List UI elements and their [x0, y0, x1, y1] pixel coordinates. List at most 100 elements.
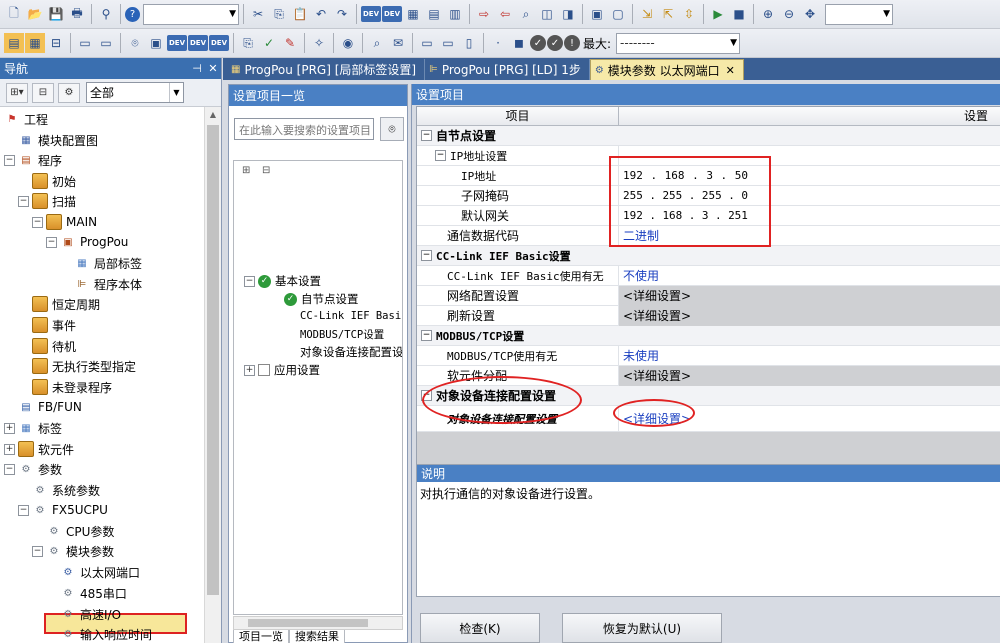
- scroll-up-icon[interactable]: ▲: [205, 107, 221, 123]
- restore-default-button[interactable]: 恢复为默认(U): [562, 613, 722, 643]
- paste-icon[interactable]: 📋: [290, 4, 310, 24]
- reference-icon[interactable]: ✧: [309, 33, 329, 53]
- zoom-out-icon[interactable]: ⊖: [779, 4, 799, 24]
- collapse-icon[interactable]: −: [435, 150, 446, 161]
- close-tab-icon[interactable]: ✕: [726, 64, 735, 77]
- tab-item-list[interactable]: 项目一览: [233, 630, 289, 643]
- help-icon[interactable]: ?: [125, 6, 140, 22]
- refresh-detail[interactable]: <详细设置>: [619, 305, 1000, 326]
- gear-icon[interactable]: ⚙: [58, 82, 80, 103]
- section-modbus[interactable]: − MODBUS/TCP设置: [417, 326, 1000, 346]
- write-to-plc-icon[interactable]: ⇨: [474, 4, 494, 24]
- window-split-icon[interactable]: ▭: [96, 33, 116, 53]
- redo-icon[interactable]: ↷: [332, 4, 352, 24]
- simulation-stop-icon[interactable]: ■: [729, 4, 749, 24]
- collapse-icon[interactable]: −: [32, 216, 43, 228]
- ok-circle-icon[interactable]: ✓: [530, 35, 546, 51]
- tree-item-local-label[interactable]: ▦ 局部标签: [74, 253, 142, 273]
- expand-all-icon[interactable]: ⊞: [242, 165, 258, 179]
- target-device-detail[interactable]: <详细设置>: [619, 406, 1000, 432]
- open-folder-icon[interactable]: 📂: [25, 4, 45, 24]
- collapse-icon[interactable]: −: [244, 275, 255, 287]
- collapse-icon[interactable]: −: [421, 130, 432, 141]
- verify-icon[interactable]: ⌕: [516, 4, 536, 24]
- collapse-icon[interactable]: −: [421, 330, 432, 341]
- setting-tree-basic[interactable]: − ✓ 基本设置: [244, 271, 321, 291]
- max-scan-combo[interactable]: -------- ▼: [616, 32, 741, 54]
- tree-item-fb-fun[interactable]: ▤ FB/FUN: [18, 397, 82, 417]
- tree-item-fixed-cycle[interactable]: 恒定周期: [32, 294, 100, 314]
- setting-tree-application[interactable]: + 应用设置: [244, 360, 320, 380]
- tree-item-main[interactable]: − MAIN: [32, 212, 97, 232]
- view-icon[interactable]: ◉: [338, 33, 358, 53]
- dot-icon[interactable]: ·: [488, 33, 508, 53]
- copy-icon[interactable]: ⎘: [269, 4, 289, 24]
- subnet-mask-field[interactable]: 255. 255. 255. 0: [623, 189, 748, 202]
- binoculars-icon[interactable]: ⌾: [380, 117, 404, 141]
- window-icon[interactable]: ▭: [75, 33, 95, 53]
- device-search-icon[interactable]: DEV: [361, 6, 381, 22]
- program-icon[interactable]: ▤: [4, 33, 24, 53]
- chevron-down-icon[interactable]: ▼: [169, 83, 183, 102]
- statement-icon[interactable]: ▤: [424, 4, 444, 24]
- setting-tree-cclink[interactable]: CC-Link IEF Basic: [300, 306, 402, 326]
- nav-scrollbar[interactable]: ▲: [204, 107, 221, 643]
- layout-icon[interactable]: ▭: [417, 33, 437, 53]
- simulation-start-icon[interactable]: ▶: [708, 4, 728, 24]
- connection-icon[interactable]: ⚲: [96, 4, 116, 24]
- gateway-field[interactable]: 192. 168. 3. 251: [623, 209, 748, 222]
- alarm-circle-icon[interactable]: !: [564, 35, 580, 51]
- close-icon[interactable]: ✕: [205, 62, 221, 75]
- tree-item-program[interactable]: − ▤ 程序: [4, 150, 62, 170]
- monitor-stop-icon[interactable]: ▢: [608, 4, 628, 24]
- nav-view-icon[interactable]: ⊞▾: [6, 82, 28, 103]
- horizontal-scrollbar[interactable]: [233, 616, 403, 630]
- remote-icon[interactable]: ◫: [537, 4, 557, 24]
- read-from-plc-icon[interactable]: ⇦: [495, 4, 515, 24]
- comment-icon[interactable]: ▦: [403, 4, 423, 24]
- ip-address-field[interactable]: 192. 168. 3. 50: [623, 169, 748, 182]
- nav-filter-select[interactable]: 全部 ▼: [86, 82, 184, 103]
- collapse-icon[interactable]: −: [18, 195, 29, 207]
- tree-item-labels[interactable]: + ▦ 标签: [4, 418, 62, 438]
- data-code-select[interactable]: 二进制: [619, 226, 1000, 246]
- tree-item-progpou[interactable]: − ▣ ProgPou: [46, 232, 128, 252]
- cclink-use-select[interactable]: 不使用: [619, 266, 1000, 286]
- undo-icon[interactable]: ↶: [311, 4, 331, 24]
- pin-icon[interactable]: ⊣: [189, 62, 205, 75]
- collapse-icon[interactable]: −: [4, 154, 15, 166]
- layout-icon[interactable]: ▭: [438, 33, 458, 53]
- tree-item-fx5ucpu[interactable]: − ⚙ FX5UCPU: [18, 500, 108, 520]
- section-target-device[interactable]: − 对象设备连接配置设置: [417, 386, 1000, 406]
- layout-icon[interactable]: ▯: [459, 33, 479, 53]
- collapse-icon[interactable]: −: [32, 545, 43, 557]
- tree-item-standby[interactable]: 待机: [32, 336, 76, 356]
- tree-item-485-port[interactable]: ⚙ 485串口: [60, 583, 127, 603]
- diagnostics-icon[interactable]: ◨: [558, 4, 578, 24]
- tree-item-module-config[interactable]: ▦ 模块配置图: [18, 130, 98, 150]
- tab-search-results[interactable]: 搜索结果: [289, 630, 345, 643]
- tree-item-no-exec-type[interactable]: 无执行类型指定: [32, 356, 136, 376]
- tree-item-ethernet-port[interactable]: ⚙ 以太网端口: [60, 562, 141, 582]
- tree-item-program-body[interactable]: ⊫ 程序本体: [74, 274, 142, 294]
- section-cclink[interactable]: − CC-Link IEF Basic设置: [417, 246, 1000, 266]
- collapse-icon[interactable]: −: [421, 390, 432, 401]
- tree-item-system-params[interactable]: ⚙ 系统参数: [32, 480, 101, 500]
- collapse-icon[interactable]: −: [4, 463, 15, 475]
- tree-item-module-params[interactable]: − ⚙ 模块参数: [32, 541, 114, 561]
- section-own-node[interactable]: − 自节点设置: [417, 126, 1000, 146]
- modbus-use-select[interactable]: 未使用: [619, 346, 1000, 366]
- save-icon[interactable]: 💾: [46, 4, 66, 24]
- device-list-icon[interactable]: DEV: [167, 35, 187, 51]
- new-file-icon[interactable]: 🗋: [4, 4, 24, 24]
- expand-icon[interactable]: +: [4, 422, 15, 434]
- zoom-combo[interactable]: ▼: [825, 3, 893, 25]
- tree-item-devices[interactable]: + 软元件: [4, 439, 74, 459]
- collapse-icon[interactable]: −: [421, 250, 432, 261]
- collapse-all-icon[interactable]: ⊟: [262, 165, 278, 179]
- cut-icon[interactable]: ✂: [248, 4, 268, 24]
- check-icon[interactable]: ✓: [259, 33, 279, 53]
- device-use-icon[interactable]: DEV: [188, 35, 208, 51]
- monitor-start-icon[interactable]: ▣: [587, 4, 607, 24]
- check-button[interactable]: 检查(K): [420, 613, 540, 643]
